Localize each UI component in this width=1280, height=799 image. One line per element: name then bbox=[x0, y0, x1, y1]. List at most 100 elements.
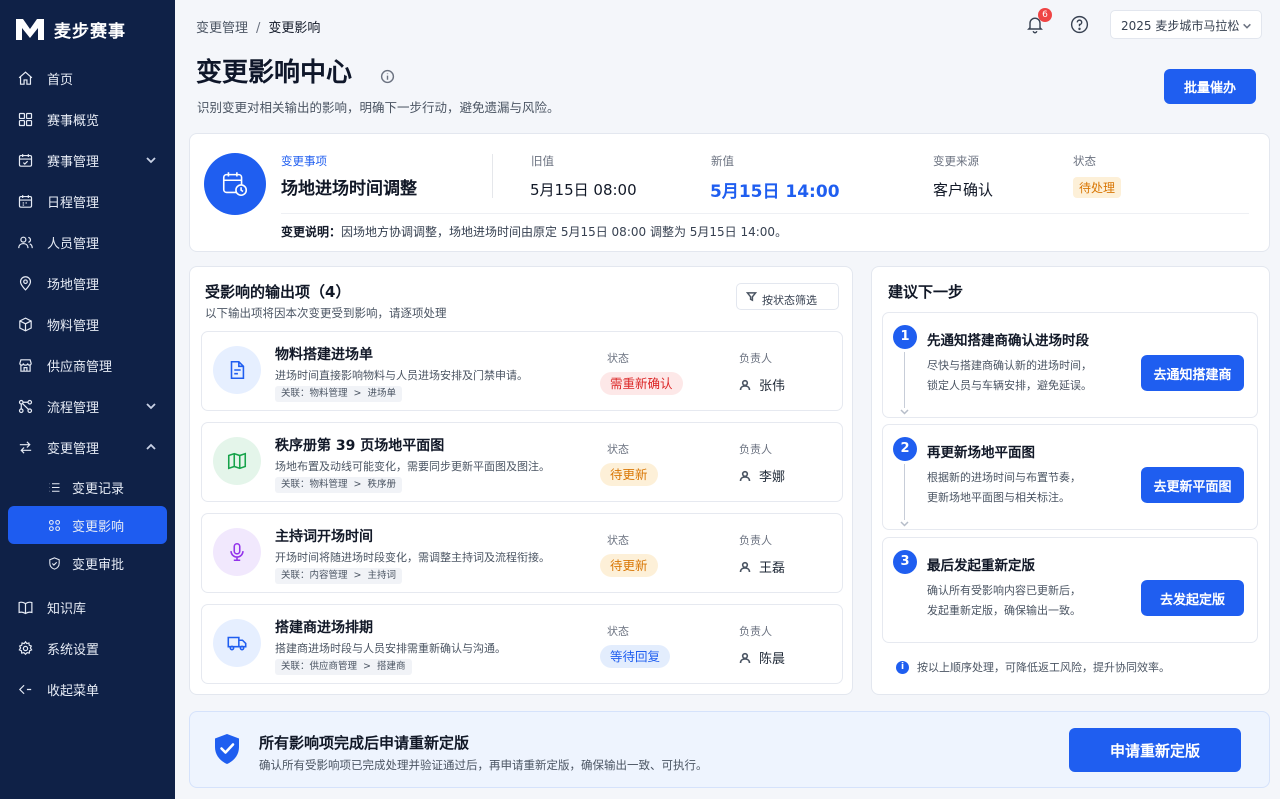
truck-icon bbox=[213, 619, 261, 667]
old-value-label: 旧值 bbox=[531, 154, 554, 168]
item-desc: 场地布置及动线可能变化，需要同步更新平面图及图注。 bbox=[275, 460, 550, 473]
sidebar-item-home[interactable]: 首页 bbox=[0, 58, 175, 99]
start-finalize-button[interactable]: 去发起定版 bbox=[1141, 580, 1244, 616]
sidebar-item-supplier[interactable]: 供应商管理 bbox=[0, 345, 175, 386]
old-value: 5月15日 08:00 bbox=[530, 181, 637, 199]
status-filter-button[interactable]: 按状态筛选 bbox=[736, 283, 839, 310]
help-icon[interactable] bbox=[1069, 14, 1091, 36]
change-item-title: 场地进场时间调整 bbox=[281, 179, 417, 199]
swap-icon bbox=[16, 439, 34, 457]
sidebar-item-label: 知识库 bbox=[47, 602, 87, 617]
item-owner: 王磊 bbox=[739, 557, 785, 576]
step-number: 1 bbox=[893, 325, 917, 349]
relation-sep: > bbox=[353, 570, 362, 581]
sidebar-item-material[interactable]: 物料管理 bbox=[0, 304, 175, 345]
relation-b: 秩序册 bbox=[367, 479, 397, 490]
grid-icon bbox=[16, 111, 34, 129]
relation-prefix: 关联： bbox=[281, 388, 310, 399]
list-item[interactable]: 秩序册第 39 页场地平面图 场地布置及动线可能变化，需要同步更新平面图及图注。… bbox=[201, 422, 843, 502]
breadcrumb-item-parent[interactable]: 变更管理 bbox=[196, 21, 248, 36]
sidebar-item-label: 赛事管理 bbox=[47, 155, 100, 170]
sidebar-subitem-change-records[interactable]: 变更记录 bbox=[8, 468, 167, 506]
step-desc-line: 尽快与搭建商确认新的进场时间， bbox=[927, 359, 1092, 372]
status-label: 状态 bbox=[1073, 154, 1096, 168]
relation-prefix: 关联： bbox=[281, 661, 310, 672]
item-status-label: 状态 bbox=[607, 443, 629, 456]
collapse-icon bbox=[16, 681, 34, 699]
store-icon bbox=[16, 357, 34, 375]
notification-count-badge: 6 bbox=[1038, 8, 1052, 22]
status-badge: 需重新确认 bbox=[600, 372, 683, 395]
step-desc-line: 锁定人员与车辆安排，避免延误。 bbox=[927, 379, 1092, 392]
relation-sep: > bbox=[353, 388, 362, 399]
step-connector bbox=[904, 352, 905, 408]
sidebar-item-label: 日程管理 bbox=[47, 196, 100, 211]
shield-check-icon bbox=[212, 732, 242, 766]
new-value-label: 新值 bbox=[711, 154, 734, 168]
arrow-down-icon bbox=[900, 405, 909, 415]
brand-name: 麦步赛事 bbox=[54, 21, 126, 42]
affected-subtitle: 以下输出项将因本次变更受到影响，请逐项处理 bbox=[205, 306, 447, 320]
sidebar-subitem-label: 变更影响 bbox=[72, 519, 125, 535]
sidebar-item-event-manage[interactable]: 赛事管理 bbox=[0, 140, 175, 181]
sidebar-subitem-change-approval[interactable]: 变更审批 bbox=[8, 544, 167, 582]
batch-remind-button[interactable]: 批量催办 bbox=[1164, 69, 1256, 104]
chevron-down-icon bbox=[145, 154, 157, 166]
step-desc-line: 根据新的进场时间与布置节奏， bbox=[927, 471, 1081, 484]
breadcrumb: 变更管理 / 变更影响 bbox=[196, 17, 320, 36]
update-floorplan-button[interactable]: 去更新平面图 bbox=[1141, 467, 1244, 503]
item-desc: 进场时间直接影响物料与人员进场安排及门禁申请。 bbox=[275, 369, 528, 382]
source-label: 变更来源 bbox=[933, 154, 979, 168]
gear-icon bbox=[16, 640, 34, 658]
item-relation-tag: 关联：物料管理 > 进场单 bbox=[275, 386, 403, 402]
change-item-label: 变更事项 bbox=[281, 154, 327, 168]
sidebar: 麦步赛事 首页 赛事概览 赛事管理 日程管理 人员管理 场地管理 物料管理 供应… bbox=[0, 0, 175, 799]
step-desc-line: 发起重新定版，确保输出一致。 bbox=[927, 604, 1081, 617]
step-desc: 尽快与搭建商确认新的进场时间， 锁定人员与车辆安排，避免延误。 bbox=[927, 356, 1127, 396]
chevron-down-icon bbox=[145, 400, 157, 412]
list-icon bbox=[46, 479, 62, 495]
calendar-icon bbox=[16, 193, 34, 211]
change-description: 变更说明：因场地方协调调整，场地进场时间由原定 5月15日 08:00 调整为 … bbox=[281, 223, 787, 240]
sidebar-item-overview[interactable]: 赛事概览 bbox=[0, 99, 175, 140]
list-item[interactable]: 主持词开场时间 开场时间将随进场时段变化，需调整主持词及流程衔接。 关联：内容管… bbox=[201, 513, 843, 593]
notify-builder-button[interactable]: 去通知搭建商 bbox=[1141, 355, 1244, 391]
item-name: 搭建商进场排期 bbox=[275, 620, 373, 636]
relation-sep: > bbox=[353, 479, 362, 490]
sidebar-item-change-manage[interactable]: 变更管理 bbox=[0, 427, 175, 468]
workflow-icon bbox=[16, 398, 34, 416]
next-steps-card: 建议下一步 1 先通知搭建商确认进场时段 尽快与搭建商确认新的进场时间， 锁定人员… bbox=[871, 266, 1270, 695]
sidebar-item-label: 收起菜单 bbox=[47, 684, 100, 699]
change-description-text: 因场地方协调调整，场地进场时间由原定 5月15日 08:00 调整为 5月15日… bbox=[341, 225, 788, 239]
sidebar-item-venue[interactable]: 场地管理 bbox=[0, 263, 175, 304]
status-badge: 待更新 bbox=[600, 463, 658, 486]
user-icon bbox=[739, 652, 751, 663]
item-owner: 陈晨 bbox=[739, 648, 785, 667]
status-filter-label: 按状态筛选 bbox=[762, 293, 817, 307]
sidebar-item-settings[interactable]: 系统设置 bbox=[0, 628, 175, 669]
info-icon[interactable] bbox=[380, 69, 395, 88]
banner-desc: 确认所有受影响项已完成处理并验证通过后，再申请重新定版，确保输出一致、可执行。 bbox=[259, 758, 708, 772]
sidebar-subitem-change-impact[interactable]: 变更影响 bbox=[8, 506, 167, 544]
owner-name: 李娜 bbox=[759, 470, 786, 485]
sidebar-item-people[interactable]: 人员管理 bbox=[0, 222, 175, 263]
sidebar-item-knowledge[interactable]: 知识库 bbox=[0, 587, 175, 628]
relation-b: 主持词 bbox=[367, 570, 397, 581]
apply-refinalize-button[interactable]: 申请重新定版 bbox=[1069, 728, 1241, 772]
item-owner-label: 负责人 bbox=[739, 443, 772, 456]
list-item[interactable]: 物料搭建进场单 进场时间直接影响物料与人员进场安排及门禁申请。 关联：物料管理 >… bbox=[201, 331, 843, 411]
relation-b: 进场单 bbox=[367, 388, 397, 399]
item-status-label: 状态 bbox=[607, 625, 629, 638]
list-item[interactable]: 搭建商进场排期 搭建商进场时段与人员安排需重新确认与沟通。 关联：供应商管理 > 搭… bbox=[201, 604, 843, 684]
step-title: 再更新场地平面图 bbox=[927, 445, 1035, 461]
sidebar-item-collapse[interactable]: 收起菜单 bbox=[0, 669, 175, 710]
sidebar-item-schedule[interactable]: 日程管理 bbox=[0, 181, 175, 222]
sidebar-item-workflow[interactable]: 流程管理 bbox=[0, 386, 175, 427]
step-desc: 根据新的进场时间与布置节奏， 更新场地平面图与相关标注。 bbox=[927, 468, 1127, 508]
sidebar-item-label: 赛事概览 bbox=[47, 114, 100, 129]
users-icon bbox=[16, 234, 34, 252]
item-desc: 开场时间将随进场时段变化，需调整主持词及流程衔接。 bbox=[275, 551, 550, 564]
brand[interactable]: 麦步赛事 bbox=[0, 0, 175, 58]
relation-b: 搭建商 bbox=[377, 661, 406, 672]
event-selector[interactable]: 2025 麦步城市马拉松 bbox=[1110, 10, 1262, 39]
